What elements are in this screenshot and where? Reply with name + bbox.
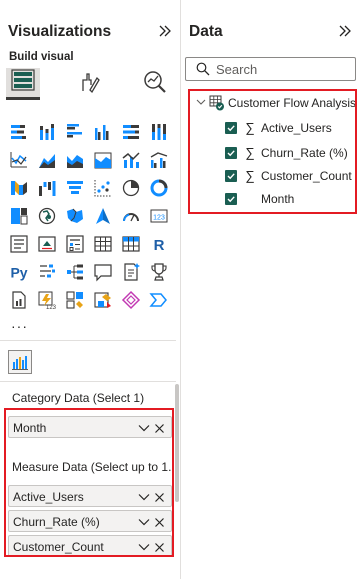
donut-chart-icon[interactable] bbox=[149, 178, 171, 200]
stacked-column-chart-icon[interactable] bbox=[37, 122, 59, 144]
visualizations-title: Visualizations bbox=[8, 23, 112, 40]
power-apps-icon[interactable] bbox=[93, 290, 115, 312]
clustered-column-chart-icon[interactable] bbox=[93, 122, 115, 144]
analytics-magnifier-icon bbox=[142, 69, 168, 100]
custom-visual-icon[interactable] bbox=[65, 290, 87, 312]
data-search-box[interactable] bbox=[185, 57, 356, 81]
treemap-icon[interactable] bbox=[9, 206, 31, 228]
svg-text:123: 123 bbox=[46, 305, 57, 310]
r-script-visual-icon[interactable]: R bbox=[149, 234, 171, 256]
category-well-title: Category Data (Select 1) bbox=[12, 391, 145, 405]
more-visuals-ellipsis[interactable]: ··· bbox=[11, 318, 28, 334]
visualizations-scrollbar[interactable] bbox=[175, 384, 179, 502]
collapse-data-icon[interactable] bbox=[338, 24, 352, 41]
format-visual-tab[interactable] bbox=[73, 68, 107, 100]
selected-visual-divider bbox=[0, 381, 176, 382]
data-fields-highlight-box bbox=[188, 89, 357, 214]
multi-row-card-icon[interactable] bbox=[9, 234, 31, 256]
funnel-chart-icon[interactable] bbox=[65, 178, 87, 200]
line-and-clustered-column-chart-icon[interactable] bbox=[149, 150, 171, 172]
100-percent-bar-chart-icon[interactable] bbox=[121, 122, 143, 144]
collapse-visualizations-icon[interactable] bbox=[158, 24, 172, 41]
clustered-bar-chart-icon[interactable] bbox=[65, 122, 87, 144]
smart-narrative-icon[interactable] bbox=[121, 262, 143, 284]
scatter-chart-icon[interactable] bbox=[93, 178, 115, 200]
slicer-icon[interactable] bbox=[65, 234, 87, 256]
ribbon-chart-icon[interactable] bbox=[9, 178, 31, 200]
data-pane bbox=[181, 0, 362, 579]
more-visuals-chevron-icon[interactable] bbox=[149, 290, 171, 312]
waterfall-chart-icon[interactable] bbox=[37, 178, 59, 200]
pie-chart-icon[interactable] bbox=[121, 178, 143, 200]
stacked-area-chart-icon[interactable] bbox=[65, 150, 87, 172]
key-influencers-icon[interactable] bbox=[37, 262, 59, 284]
area-chart-icon[interactable] bbox=[37, 150, 59, 172]
azure-map-icon[interactable] bbox=[93, 206, 115, 228]
build-tabs bbox=[6, 68, 176, 104]
selected-visual-icon[interactable] bbox=[8, 350, 32, 374]
svg-text:R: R bbox=[154, 237, 165, 254]
goals-trophy-icon[interactable] bbox=[149, 262, 171, 284]
table-icon[interactable] bbox=[93, 234, 115, 256]
stacked-bar-chart-icon[interactable] bbox=[9, 122, 31, 144]
gauge-icon[interactable] bbox=[121, 206, 143, 228]
kpi-icon[interactable] bbox=[37, 234, 59, 256]
search-icon bbox=[196, 62, 210, 81]
search-input[interactable] bbox=[216, 60, 346, 78]
fields-grid-icon bbox=[11, 69, 35, 96]
paginated-report-icon[interactable] bbox=[9, 290, 31, 312]
qa-visual-icon[interactable] bbox=[93, 262, 115, 284]
python-visual-icon[interactable]: Py bbox=[9, 262, 31, 284]
build-visual-tab[interactable] bbox=[6, 68, 40, 100]
paintbrush-icon bbox=[78, 70, 102, 99]
card-icon[interactable]: 123 bbox=[149, 206, 171, 228]
wells-highlight-box bbox=[4, 408, 174, 557]
100-percent-column-chart-icon[interactable] bbox=[149, 122, 171, 144]
build-visual-label: Build visual bbox=[9, 51, 74, 63]
power-automate-icon[interactable]: 123 bbox=[37, 290, 59, 312]
gallery-divider bbox=[0, 340, 176, 341]
data-title: Data bbox=[189, 23, 223, 40]
map-icon[interactable] bbox=[37, 206, 59, 228]
line-and-stacked-column-chart-icon[interactable] bbox=[121, 150, 143, 172]
svg-text:123: 123 bbox=[153, 215, 165, 222]
analytics-tab[interactable] bbox=[138, 68, 172, 100]
line-chart-icon[interactable] bbox=[9, 150, 31, 172]
arcgis-map-icon[interactable] bbox=[121, 290, 143, 312]
svg-text:Py: Py bbox=[10, 265, 27, 281]
filled-map-icon[interactable] bbox=[65, 206, 87, 228]
visualizations-pane: Visualizations Build visual 123 R Py 123… bbox=[0, 0, 180, 579]
100-percent-area-chart-icon[interactable] bbox=[93, 150, 115, 172]
matrix-icon[interactable] bbox=[121, 234, 143, 256]
decomposition-tree-icon[interactable] bbox=[65, 262, 87, 284]
